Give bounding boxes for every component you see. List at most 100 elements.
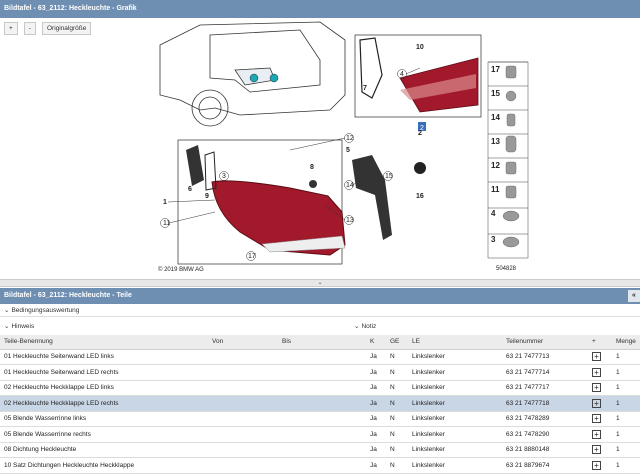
col-header[interactable]: Von [208, 335, 278, 350]
table-cell: Linkslenker [408, 349, 502, 365]
table-header-row: Teile-Benennung Von Bis K GE LE Teilenum… [0, 335, 640, 350]
add-to-cart-button[interactable]: + [592, 398, 601, 408]
table-row[interactable]: 10 Satz Dichtungen Heckleuchte Heckklapp… [0, 457, 640, 474]
add-to-cart-button[interactable]: + [592, 367, 601, 377]
notiz-label: Notiz [361, 323, 377, 330]
notiz-toggle[interactable]: ⌄ Notiz [354, 322, 376, 330]
table-cell: 02 Heckleuchte Heckklappe LED rechts [0, 395, 208, 412]
callout-2[interactable]: 2 [418, 130, 422, 137]
collapse-panel-icon[interactable]: « [628, 290, 640, 302]
table-cell: 63 21 7478290 [502, 426, 588, 443]
graphic-toolbar: + - Originalgröße [0, 22, 92, 36]
add-to-cart-button[interactable]: + [592, 460, 601, 470]
table-cell [208, 442, 278, 458]
condition-label: Bedingungsauswertung [11, 307, 80, 314]
callout-7[interactable]: 7 [363, 85, 367, 92]
legend-num[interactable]: 17 [491, 65, 500, 74]
table-cell: 1 [612, 426, 640, 443]
table-cell: N [386, 364, 408, 381]
col-header[interactable]: + [588, 335, 612, 350]
table-cell: 1 [612, 395, 640, 412]
legend-num[interactable]: 12 [491, 161, 500, 170]
table-cell: Ja [366, 380, 386, 396]
callout-1-highlight[interactable] [249, 73, 259, 83]
callout-8[interactable]: 8 [310, 164, 314, 171]
callout-1[interactable]: 1 [163, 199, 167, 206]
legend-num[interactable]: 15 [491, 89, 500, 98]
original-size-button[interactable]: Originalgröße [41, 22, 92, 35]
parts-panel-title: Bildtafel - 63_2112: Heckleuchte - Teile [4, 292, 132, 299]
table-cell [278, 395, 366, 412]
table-row[interactable]: 05 Blende Wasserrinne links Ja N Linkslenke… [0, 411, 640, 427]
col-header[interactable]: Menge [612, 335, 640, 350]
table-cell [278, 457, 366, 474]
window-title: Bildtafel - 63_2112: Heckleuchte - Grafi… [0, 0, 640, 18]
chevron-down-icon: ⌄ [4, 323, 10, 330]
add-to-cart-button[interactable]: + [592, 445, 601, 455]
col-header[interactable]: GE [386, 335, 408, 350]
table-cell: 63 21 7477718 [502, 395, 588, 412]
table-cell: 01 Heckleuchte Seitenwand LED rechts [0, 364, 208, 381]
legend-num[interactable]: 4 [491, 209, 496, 218]
table-cell: Ja [366, 364, 386, 381]
callout-3[interactable]: 3 [222, 173, 226, 180]
table-cell: Linkslenker [408, 411, 502, 427]
col-header[interactable]: Teilenummer [502, 335, 588, 350]
table-row[interactable]: 02 Heckleuchte Heckklappe LED rechts Ja N L… [0, 395, 640, 412]
table-cell: 63 21 7477717 [502, 380, 588, 396]
table-cell: 63 21 7478289 [502, 411, 588, 427]
table-cell [208, 364, 278, 381]
callout-5[interactable]: 5 [346, 147, 350, 154]
table-cell: N [386, 457, 408, 474]
table-cell: 1 [612, 457, 640, 474]
legend-num[interactable]: 13 [491, 137, 500, 146]
condition-evaluation-toggle[interactable]: ⌄ Bedingungsauswertung [4, 306, 79, 314]
zoom-out-button[interactable]: - [23, 22, 36, 35]
add-to-cart-button[interactable]: + [592, 429, 601, 439]
table-row[interactable]: 08 Dichtung Heckleuchte Ja N Linkslenker 63 … [0, 442, 640, 458]
legend-numbers: 17 15 14 13 12 11 4 3 [491, 65, 500, 244]
callout-6[interactable]: 6 [188, 186, 192, 193]
legend-num[interactable]: 11 [491, 185, 500, 194]
parts-diagram[interactable]: 2 17 15 14 13 12 11 4 3 1 2 3 4 5 6 7 8 … [155, 20, 530, 278]
add-to-cart-button[interactable]: + [592, 352, 601, 362]
table-cell: Ja [366, 395, 386, 412]
figure-number: 504828 [496, 266, 517, 272]
table-row[interactable]: 01 Heckleuchte Seitenwand LED rechts Ja N L… [0, 364, 640, 381]
table-cell: 10 Satz Dichtungen Heckleuchte Heckklapp… [0, 457, 208, 474]
hinweis-label: Hinweis [11, 323, 35, 330]
table-cell: 1 [612, 380, 640, 396]
callout-2-highlight[interactable] [269, 73, 279, 83]
table-row[interactable]: 01 Heckleuchte Seitenwand LED links Ja N Li… [0, 349, 640, 365]
parts-table: Teile-Benennung Von Bis K GE LE Teilenum… [0, 335, 640, 474]
callout-9[interactable]: 9 [205, 193, 209, 200]
callout-4[interactable]: 4 [400, 71, 404, 78]
zoom-in-button[interactable]: + [4, 22, 18, 35]
col-header[interactable]: K [366, 335, 386, 350]
callout-10[interactable]: 10 [416, 44, 424, 51]
callout-16[interactable]: 16 [416, 193, 424, 200]
table-cell: 1 [612, 411, 640, 427]
table-cell: 02 Heckleuchte Heckklappe LED links [0, 380, 208, 396]
add-to-cart-button[interactable]: + [592, 414, 601, 424]
table-row[interactable]: 05 Blende Wasserrinne rechts Ja N Linkslenk… [0, 426, 640, 443]
legend-num[interactable]: 14 [491, 113, 500, 122]
legend-num[interactable]: 3 [491, 235, 496, 244]
table-cell: 1 [612, 349, 640, 365]
copyright-text: © 2019 BMW AG [158, 266, 204, 273]
table-cell [208, 426, 278, 443]
table-row[interactable]: 02 Heckleuchte Heckklappe LED links Ja N Li… [0, 380, 640, 396]
table-cell: Ja [366, 426, 386, 443]
col-header[interactable]: Teile-Benennung [0, 335, 208, 350]
table-cell: 63 21 7477714 [502, 364, 588, 381]
col-header[interactable]: Bis [278, 335, 366, 350]
add-to-cart-button[interactable]: + [592, 383, 601, 393]
table-cell: Ja [366, 411, 386, 427]
panel-splitter[interactable]: ⌄ [0, 279, 640, 287]
col-header[interactable]: LE [408, 335, 502, 350]
table-cell: 08 Dichtung Heckleuchte [0, 442, 208, 458]
table-cell: 1 [612, 364, 640, 381]
table-cell [208, 457, 278, 474]
hinweis-toggle[interactable]: ⌄ Hinweis [4, 322, 34, 330]
table-cell: N [386, 395, 408, 412]
